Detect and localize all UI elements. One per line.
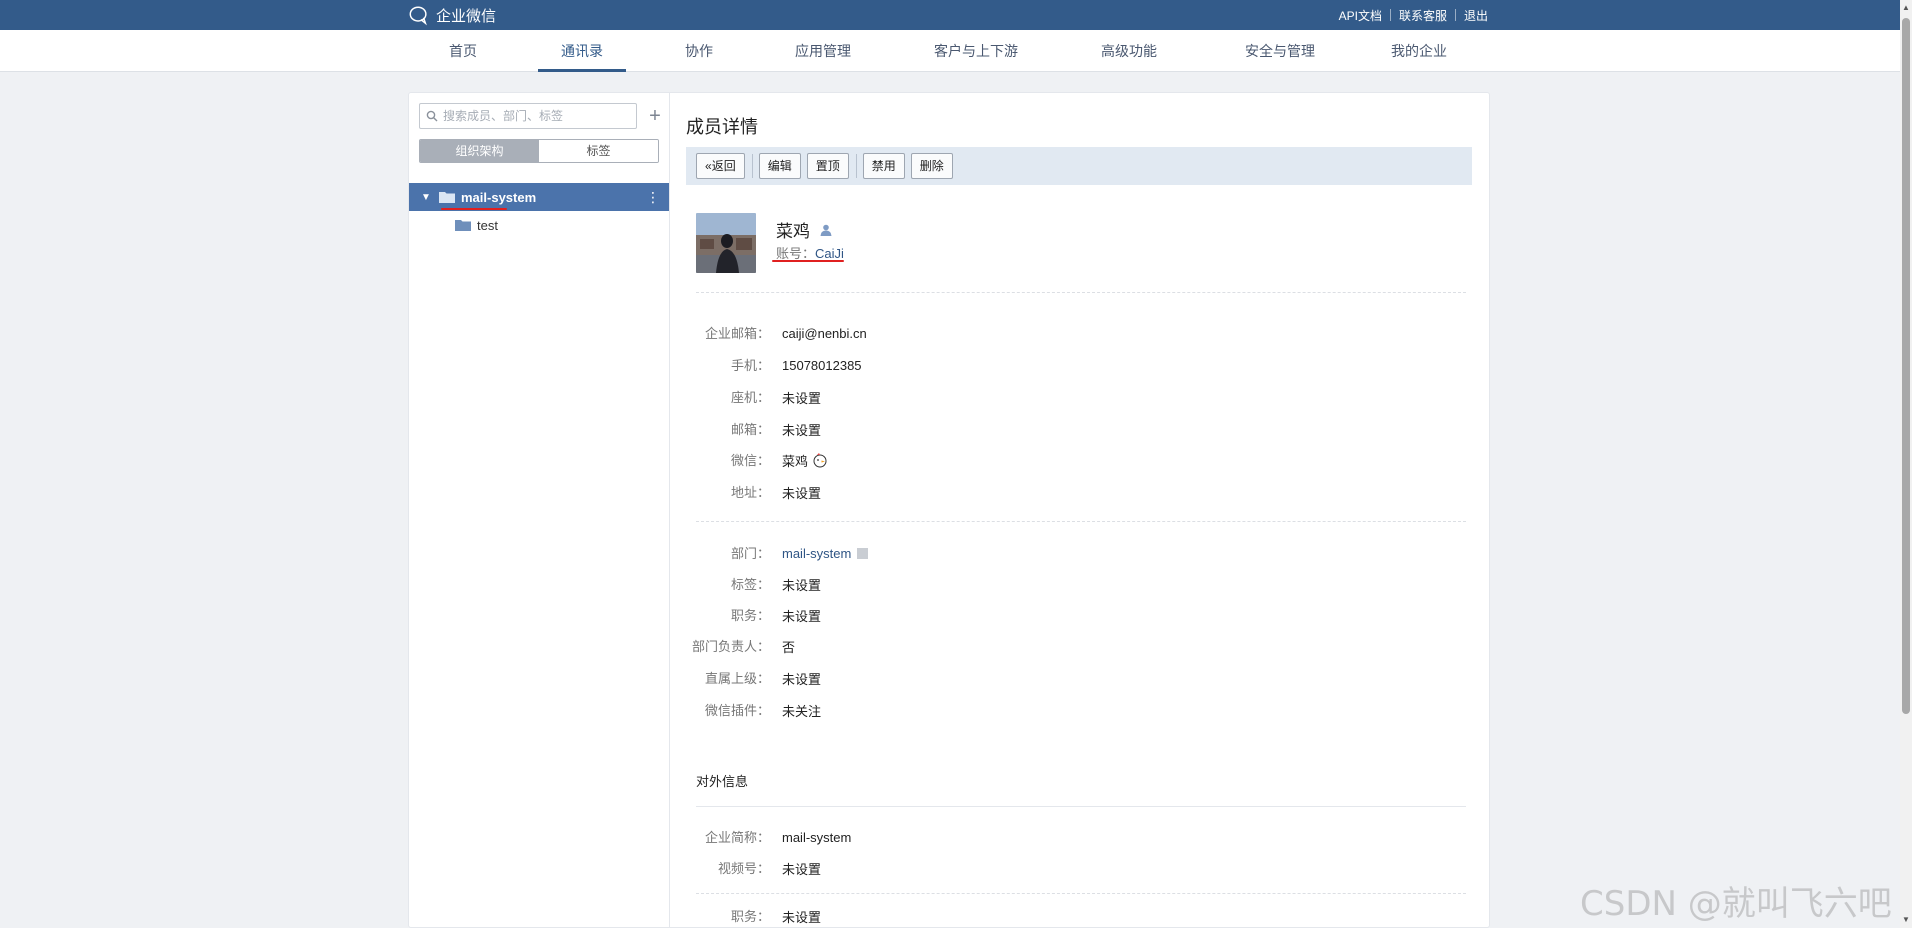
field-enterprise-email: 企业邮箱： caiji@nenbi.cn xyxy=(704,325,867,342)
member-name-row: 菜鸡 xyxy=(776,217,832,242)
divider xyxy=(696,806,1466,807)
tree-item-test[interactable]: test xyxy=(409,211,669,239)
tab-org-structure[interactable]: 组织架构 xyxy=(420,140,539,162)
field-wechat-plugin: 微信插件： 未关注 xyxy=(704,703,822,719)
divider xyxy=(696,292,1466,293)
scroll-up-icon[interactable]: ▲ xyxy=(1902,3,1910,13)
member-search[interactable] xyxy=(419,103,637,129)
divider xyxy=(855,154,857,178)
logout-link[interactable]: 退出 xyxy=(1456,7,1488,24)
nav-tab-my-company[interactable]: 我的企业 xyxy=(1374,30,1464,72)
add-plus-icon[interactable]: + xyxy=(645,103,665,129)
field-department: 部门： mail-system xyxy=(686,543,869,563)
back-button[interactable]: «返回 xyxy=(696,153,745,179)
divider xyxy=(696,521,1466,522)
wecom-logo-icon xyxy=(409,6,427,26)
double-chevron-left-icon: « xyxy=(705,159,712,173)
nav-tab-advanced[interactable]: 高级功能 xyxy=(1084,30,1174,72)
org-sidebar: + 组织架构 标签 ▼ mail-system ⋮ test xyxy=(409,93,670,927)
department-badge-icon xyxy=(857,547,869,559)
field-wechat: 微信： 菜鸡 xyxy=(686,450,828,470)
nav-tab-contacts[interactable]: 通讯录 xyxy=(538,30,626,72)
external-info-title: 对外信息 xyxy=(696,774,749,789)
nav-tab-security[interactable]: 安全与管理 xyxy=(1230,30,1330,72)
user-icon xyxy=(820,224,832,236)
tree-item-mail-system[interactable]: ▼ mail-system ⋮ xyxy=(409,183,669,211)
field-tags: 标签： 未设置 xyxy=(730,577,822,593)
field-direct-manager: 直属上级： 未设置 xyxy=(704,671,822,687)
field-dept-leader: 部门负责人： 否 xyxy=(691,639,796,655)
contacts-panel: + 组织架构 标签 ▼ mail-system ⋮ test 成员详情 «返回 xyxy=(408,92,1490,928)
field-landline: 座机： 未设置 xyxy=(730,390,822,406)
account-value: CaiJi xyxy=(815,246,844,261)
divider xyxy=(751,154,753,178)
folder-icon xyxy=(439,192,455,203)
nav-tab-customers[interactable]: 客户与上下游 xyxy=(920,30,1032,72)
member-detail: 成员详情 «返回 编辑 置顶 禁用 删除 菜鸡 账号：CaiJi 企业邮箱： c… xyxy=(670,93,1489,927)
edit-button[interactable]: 编辑 xyxy=(758,153,801,179)
chick-emoji-icon xyxy=(813,453,827,468)
api-docs-link[interactable]: API文档 xyxy=(1331,7,1390,24)
annotation-underline xyxy=(772,260,844,262)
top-bar: 企业微信 API文档 联系客服 退出 xyxy=(0,0,1900,30)
tree-item-label: test xyxy=(477,217,498,233)
field-video-account: 视频号： 未设置 xyxy=(717,861,822,877)
annotation-underline xyxy=(441,208,507,210)
divider xyxy=(696,893,1466,894)
member-name: 菜鸡 xyxy=(776,222,810,241)
field-email: 邮箱： 未设置 xyxy=(730,422,822,438)
avatar xyxy=(696,213,756,273)
search-icon xyxy=(426,110,438,122)
contact-support-link[interactable]: 联系客服 xyxy=(1391,7,1455,24)
main-nav: 首页 通讯录 协作 应用管理 客户与上下游 高级功能 安全与管理 我的企业 xyxy=(0,30,1900,72)
page-scrollbar[interactable]: ▲ ▼ xyxy=(1900,0,1912,928)
nav-tab-app-management[interactable]: 应用管理 xyxy=(778,30,868,72)
top-links: API文档 联系客服 退出 xyxy=(1331,0,1488,30)
tree-item-label: mail-system xyxy=(461,189,537,205)
app-logo[interactable]: 企业微信 xyxy=(408,0,496,30)
pin-button[interactable]: 置顶 xyxy=(806,153,849,179)
disable-button[interactable]: 禁用 xyxy=(862,153,905,179)
scroll-down-icon[interactable]: ▼ xyxy=(1902,915,1910,925)
wechat-name: 菜鸡 xyxy=(782,453,809,469)
account-label: 账号： xyxy=(776,246,816,261)
page-title: 成员详情 xyxy=(686,117,758,137)
field-mobile: 手机： 15078012385 xyxy=(730,357,862,374)
field-position: 职务： 未设置 xyxy=(730,608,822,624)
tab-tags[interactable]: 标签 xyxy=(539,140,658,162)
detail-toolbar: «返回 编辑 置顶 禁用 删除 xyxy=(686,147,1472,185)
folder-icon xyxy=(455,220,471,231)
scrollbar-thumb[interactable] xyxy=(1902,18,1910,714)
field-address: 地址： 未设置 xyxy=(730,485,822,501)
nav-tab-home[interactable]: 首页 xyxy=(430,30,496,72)
caret-down-icon[interactable]: ▼ xyxy=(421,192,433,203)
sidebar-view-toggle: 组织架构 标签 xyxy=(419,139,659,163)
more-options-icon[interactable]: ⋮ xyxy=(646,189,660,206)
field-company-short-name: 企业简称： mail-system xyxy=(704,829,852,846)
nav-tab-collaboration[interactable]: 协作 xyxy=(666,30,732,72)
delete-button[interactable]: 删除 xyxy=(910,153,953,179)
avatar-photo xyxy=(696,213,756,273)
watermark: CSDN @就叫飞六吧 xyxy=(1580,884,1892,924)
field-external-position: 职务： 未设置 xyxy=(730,909,822,925)
search-input[interactable] xyxy=(443,109,633,123)
app-title: 企业微信 xyxy=(436,7,497,25)
department-link[interactable]: mail-system xyxy=(782,546,851,561)
